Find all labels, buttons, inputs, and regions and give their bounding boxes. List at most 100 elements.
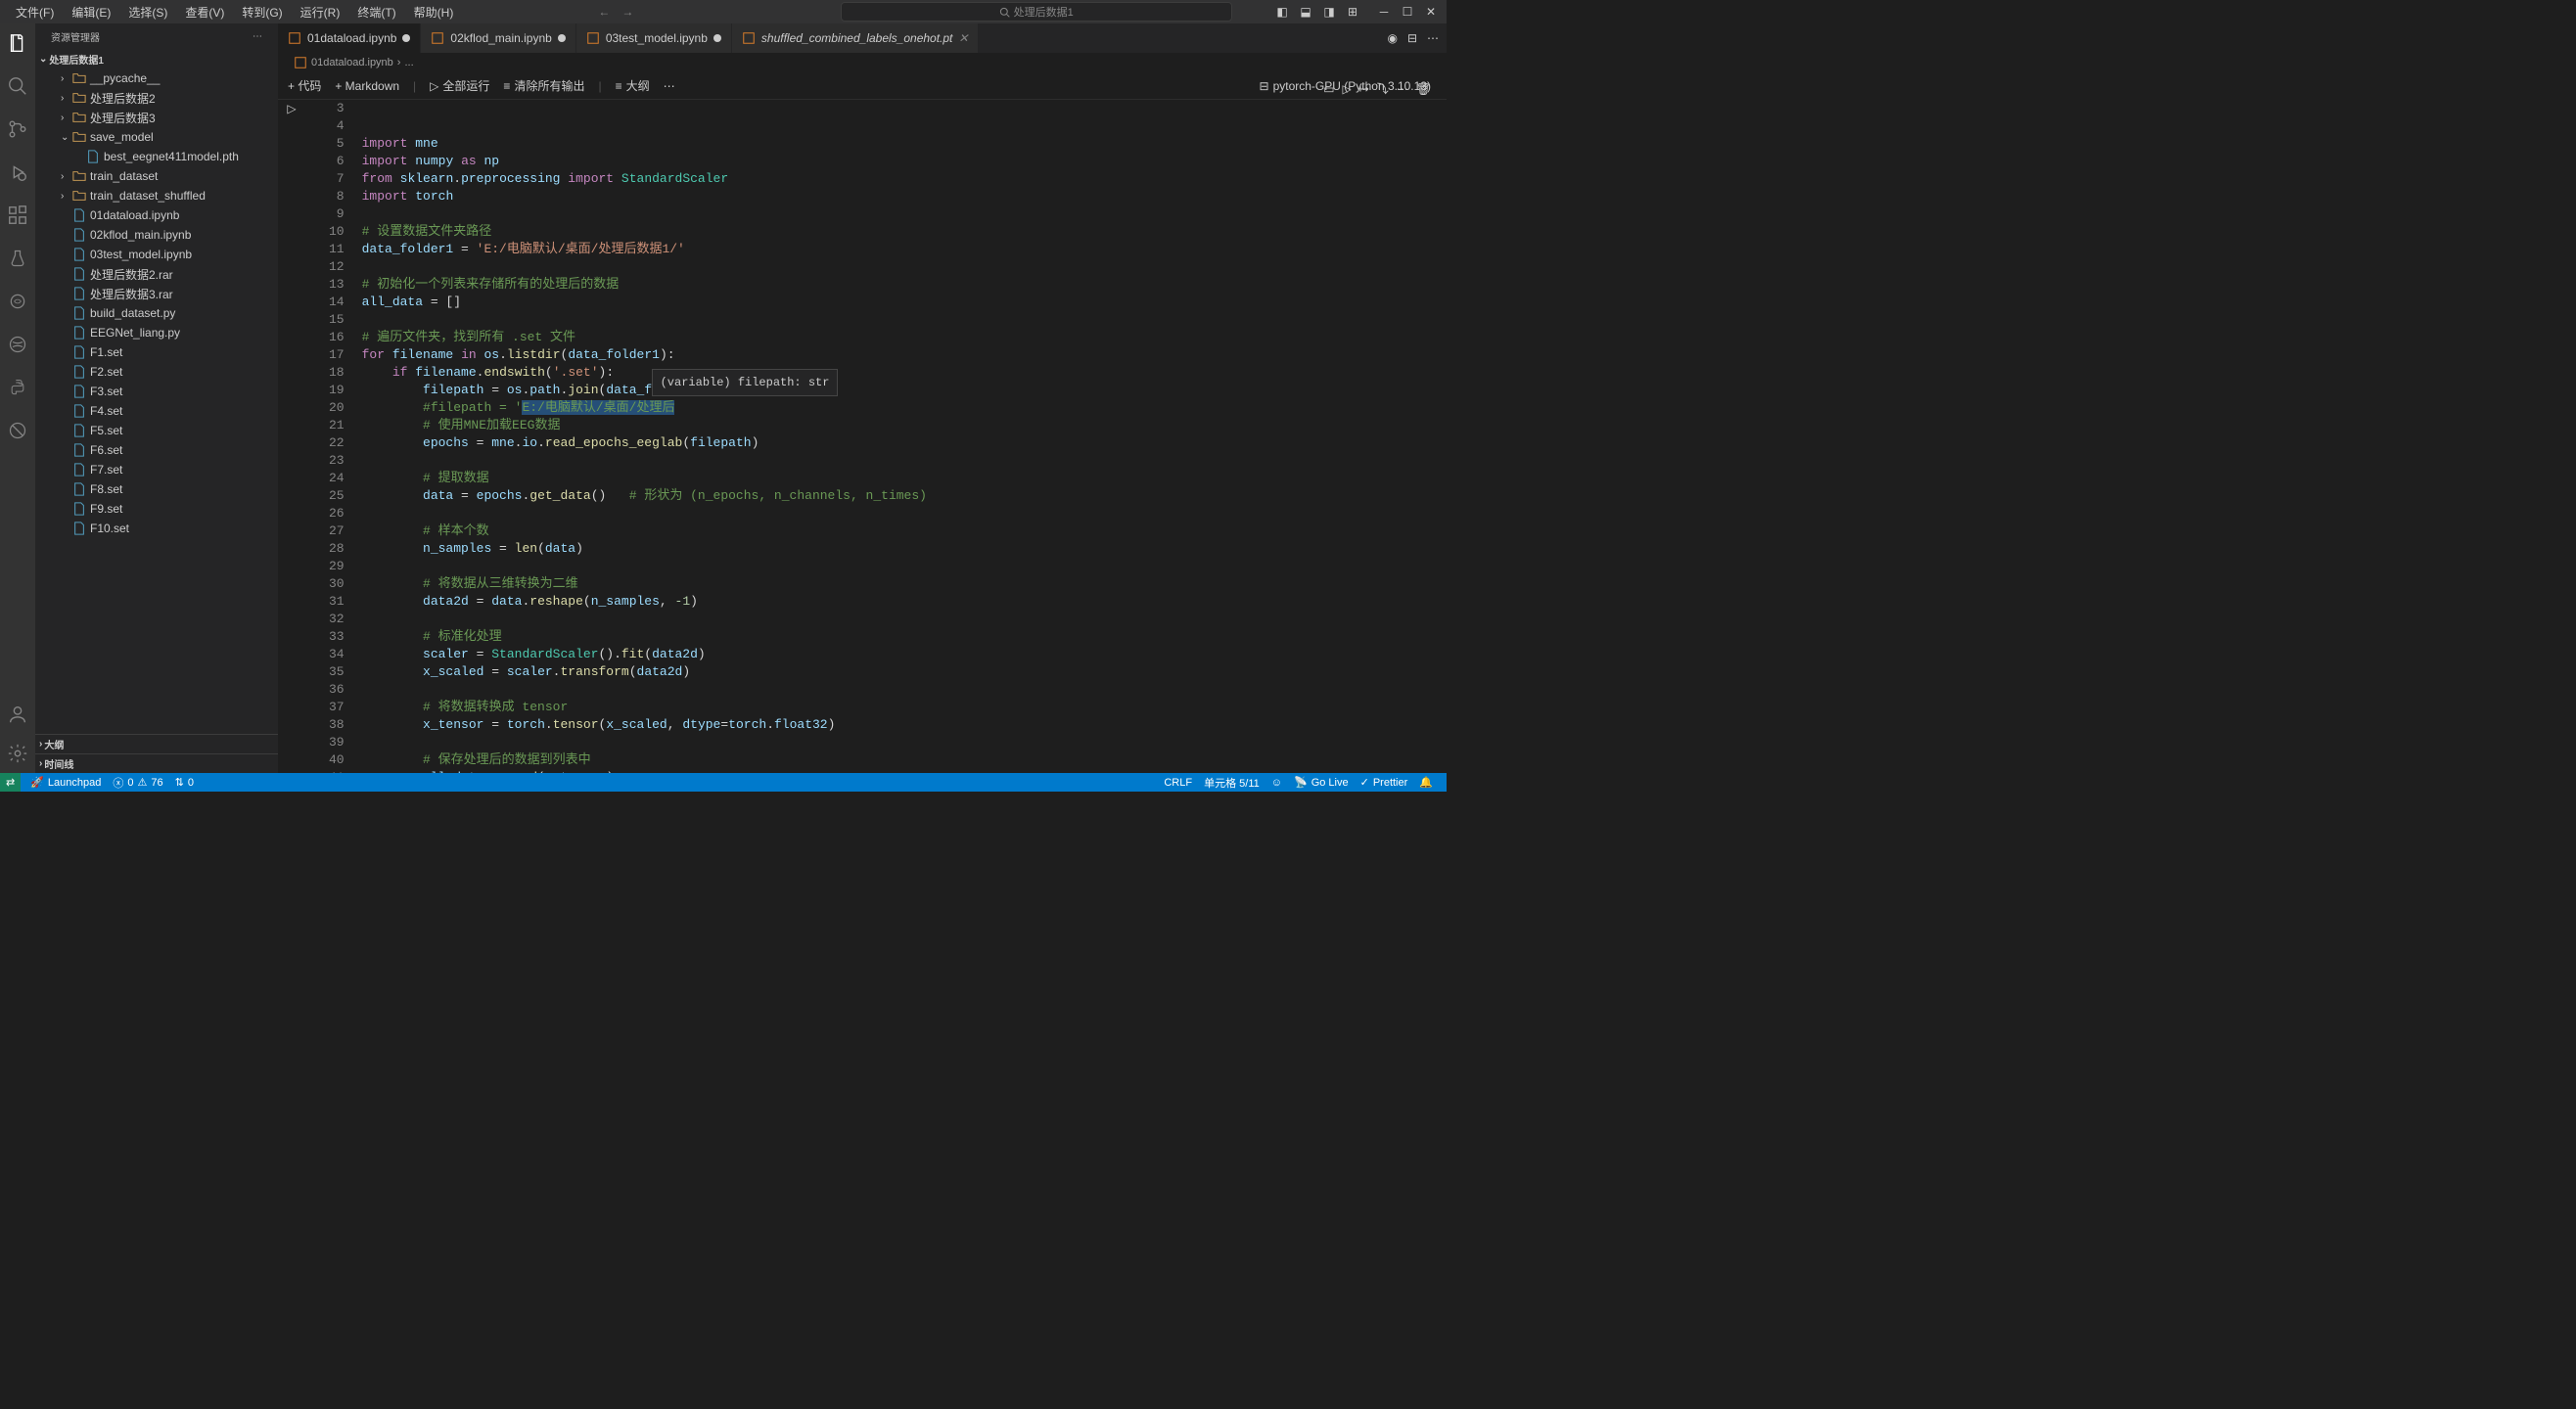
menu-item[interactable]: 终端(T) (349, 2, 403, 23)
settings-icon[interactable] (6, 742, 29, 765)
launchpad-button[interactable]: 🚀Launchpad (24, 776, 107, 789)
forward-arrow-icon[interactable]: → (621, 5, 633, 19)
file-item[interactable]: F1.set (35, 342, 278, 362)
debug-icon[interactable] (6, 160, 29, 184)
prettier-button[interactable]: ✓Prettier (1355, 775, 1414, 791)
collapsed-section[interactable]: ›大纲 (35, 734, 278, 753)
menu-item[interactable]: 编辑(E) (64, 2, 118, 23)
run-all-button[interactable]: ▷全部运行 (430, 77, 489, 94)
search-activity-icon[interactable] (6, 74, 29, 98)
tab[interactable]: shuffled_combined_labels_onehot.pt✕ (732, 23, 980, 53)
maximize-icon[interactable]: ☐ (1396, 0, 1419, 23)
feedback-icon[interactable]: ☺ (1265, 775, 1288, 791)
menu-item[interactable]: 运行(R) (293, 2, 348, 23)
problems-button[interactable]: ⓧ0⚠76 (107, 775, 168, 791)
extensions-icon[interactable] (6, 204, 29, 227)
folder-item[interactable]: ›train_dataset (35, 166, 278, 186)
breadcrumb[interactable]: 01dataload.ipynb › ... (278, 53, 1447, 72)
block-icon[interactable] (6, 419, 29, 442)
golive-button[interactable]: 📡Go Live (1288, 775, 1355, 791)
tab[interactable]: 03test_model.ipynb (576, 23, 732, 53)
cell-run-icon[interactable]: ▷ (1342, 82, 1351, 96)
file-item[interactable]: 处理后数据2.rar (35, 264, 278, 284)
menu-item[interactable]: 查看(V) (177, 2, 232, 23)
breadcrumb-item[interactable]: ... (404, 57, 413, 68)
outline-button[interactable]: ≡大纲 (616, 77, 650, 94)
file-item[interactable]: F3.set (35, 382, 278, 401)
tree-label: F7.set (90, 463, 122, 477)
dirty-dot-icon[interactable] (713, 34, 721, 42)
file-item[interactable]: 处理后数据3.rar (35, 284, 278, 303)
tree-label: F3.set (90, 385, 122, 398)
account-icon[interactable] (6, 703, 29, 726)
add-markdown-button[interactable]: + Markdown (335, 79, 399, 93)
test-icon[interactable] (6, 247, 29, 270)
file-item[interactable]: 02kflod_main.ipynb (35, 225, 278, 245)
ai-icon[interactable] (6, 290, 29, 313)
toolbar-more-icon[interactable]: ⋯ (664, 79, 675, 93)
more-tab-icon[interactable]: ⋯ (1427, 31, 1439, 45)
customize-layout-icon[interactable]: ⊞ (1341, 0, 1364, 23)
cell-more-icon[interactable]: ⋯ (1397, 82, 1408, 96)
cell-python-icon[interactable]: ▭ (1323, 82, 1334, 96)
collapsed-section[interactable]: ›时间线 (35, 753, 278, 773)
menu-item[interactable]: 转到(G) (234, 2, 290, 23)
run-cell-icon[interactable]: ▷ (287, 102, 296, 773)
menu-item[interactable]: 帮助(H) (406, 2, 462, 23)
close-tab-icon[interactable]: ✕ (958, 31, 968, 45)
panel-icon[interactable]: ⬓ (1294, 0, 1317, 23)
code-editor[interactable]: 3456789101112131415161718192021222324252… (311, 100, 1447, 773)
tab[interactable]: 01dataload.ipynb (278, 23, 421, 53)
eol-indicator[interactable]: CRLF (1158, 775, 1198, 791)
sidebar-right-icon[interactable]: ◨ (1317, 0, 1341, 23)
source-control-icon[interactable] (6, 117, 29, 141)
folder-item[interactable]: ›处理后数据3 (35, 108, 278, 127)
bell-icon[interactable]: 🔔 (1413, 775, 1439, 791)
dirty-dot-icon[interactable] (402, 34, 410, 42)
file-item[interactable]: F6.set (35, 440, 278, 460)
add-code-button[interactable]: + 代码 (288, 77, 321, 94)
folder-item[interactable]: ›__pycache__ (35, 68, 278, 88)
menu-item[interactable]: 文件(F) (8, 2, 62, 23)
minimap[interactable] (1407, 100, 1447, 773)
file-item[interactable]: 03test_model.ipynb (35, 245, 278, 264)
folder-item[interactable]: ⌄save_model (35, 127, 278, 147)
ports-button[interactable]: ⇅0 (169, 776, 200, 789)
file-item[interactable]: F2.set (35, 362, 278, 382)
python-icon[interactable] (6, 376, 29, 399)
minimize-icon[interactable]: ─ (1372, 0, 1396, 23)
file-item[interactable]: F4.set (35, 401, 278, 421)
workspace-header[interactable]: ⌄ 处理后数据1 (35, 49, 278, 68)
global-search[interactable]: 处理后数据1 (841, 2, 1232, 22)
cell-runline-icon[interactable]: ↦ (1359, 82, 1369, 96)
clear-output-button[interactable]: ≡清除所有输出 (503, 77, 584, 94)
file-item[interactable]: F8.set (35, 479, 278, 499)
folder-item[interactable]: ›train_dataset_shuffled (35, 186, 278, 205)
file-item[interactable]: best_eegnet411model.pth (35, 147, 278, 166)
breadcrumb-item[interactable]: 01dataload.ipynb (311, 57, 393, 68)
more-icon[interactable]: ⋯ (253, 31, 262, 42)
file-item[interactable]: EEGNet_liang.py (35, 323, 278, 342)
menu-item[interactable]: 选择(S) (120, 2, 175, 23)
dirty-dot-icon[interactable] (558, 34, 566, 42)
file-item[interactable]: F9.set (35, 499, 278, 519)
folder-item[interactable]: ›处理后数据2 (35, 88, 278, 108)
close-icon[interactable]: ✕ (1419, 0, 1443, 23)
cell-delete-icon[interactable]: 🗑 (1416, 82, 1431, 96)
file-item[interactable]: F10.set (35, 519, 278, 538)
code-content[interactable]: import mneimport numpy as npfrom sklearn… (362, 100, 1407, 773)
layout-icon[interactable]: ◧ (1270, 0, 1294, 23)
jupyter-icon[interactable] (6, 333, 29, 356)
back-arrow-icon[interactable]: ← (598, 5, 610, 19)
file-item[interactable]: F5.set (35, 421, 278, 440)
cell-indicator[interactable]: 单元格 5/11 (1198, 775, 1265, 791)
tab[interactable]: 02kflod_main.ipynb (421, 23, 575, 53)
explorer-icon[interactable] (6, 31, 29, 55)
file-item[interactable]: F7.set (35, 460, 278, 479)
file-item[interactable]: build_dataset.py (35, 303, 278, 323)
cell-split-icon[interactable]: ⤵ (1377, 80, 1389, 97)
file-item[interactable]: 01dataload.ipynb (35, 205, 278, 225)
gauge-icon[interactable]: ◉ (1387, 31, 1397, 45)
remote-button[interactable]: ⇄ (0, 773, 21, 792)
split-icon[interactable]: ⊟ (1407, 31, 1417, 45)
